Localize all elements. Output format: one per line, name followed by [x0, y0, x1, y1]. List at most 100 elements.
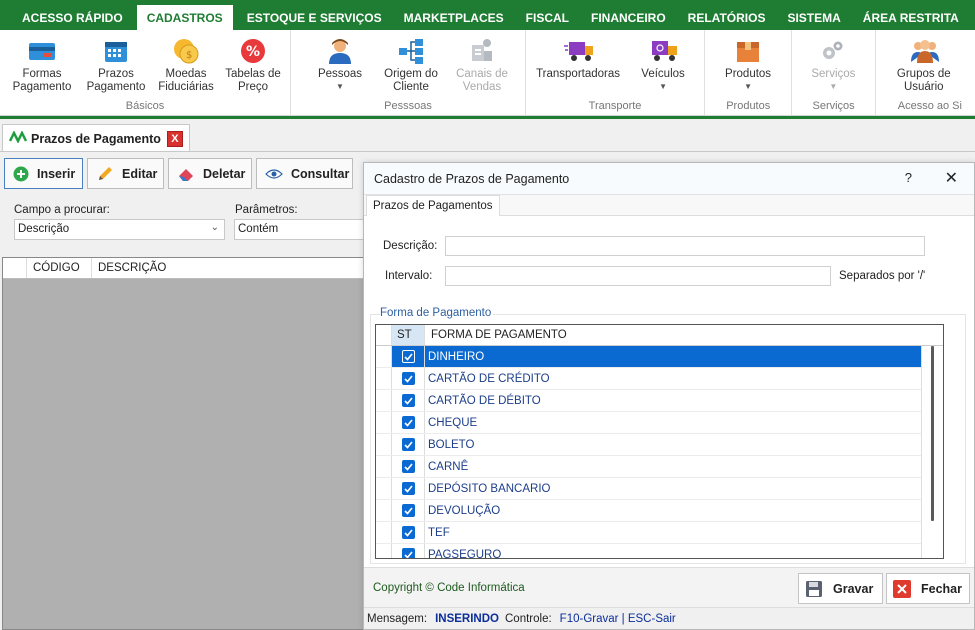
- canais-vendas-button[interactable]: Canais de Vendas: [449, 30, 515, 94]
- forma-pagamento-row[interactable]: CHEQUE: [376, 412, 943, 434]
- transportadoras-button[interactable]: Transportadoras: [532, 30, 624, 81]
- save-button[interactable]: Gravar: [798, 573, 883, 604]
- moedas-fiduciarias-button[interactable]: $ Moedas Fiduciárias: [152, 30, 220, 94]
- vertical-scrollbar[interactable]: [921, 346, 943, 558]
- calendar-icon: [101, 36, 131, 66]
- status-checkbox-cell[interactable]: [392, 456, 425, 477]
- menu-acesso-rapido[interactable]: ACESSO RÁPIDO: [12, 5, 133, 30]
- produtos-button[interactable]: Produtos ▼: [711, 30, 785, 91]
- edit-button[interactable]: Editar: [87, 158, 164, 189]
- forma-pagamento-row[interactable]: DEPÓSITO BANCARIO: [376, 478, 943, 500]
- formas-pagamento-button[interactable]: Formas Pagamento: [8, 30, 76, 94]
- forma-pagamento-grid[interactable]: ST FORMA DE PAGAMENTO DINHEIRO CARTÃO DE …: [375, 324, 944, 559]
- search-field-select[interactable]: Descrição ⌄: [14, 219, 225, 240]
- delete-button[interactable]: Deletar: [168, 158, 252, 189]
- forma-pagamento-row[interactable]: PAGSEGURO: [376, 544, 943, 558]
- help-button[interactable]: ?: [905, 170, 912, 185]
- status-checkbox-cell[interactable]: [392, 346, 425, 367]
- main-menu-bar: ACESSO RÁPIDO CADASTROS ESTOQUE E SERVIÇ…: [0, 0, 975, 30]
- hierarchy-icon: [396, 36, 426, 66]
- checkbox-checked-icon[interactable]: [401, 350, 415, 363]
- status-checkbox-cell[interactable]: [392, 478, 425, 499]
- status-checkbox-cell[interactable]: [392, 522, 425, 543]
- row-indicator: [376, 412, 392, 433]
- checkbox-checked-icon[interactable]: [401, 460, 415, 473]
- chevron-down-icon: ▼: [744, 82, 752, 91]
- cadastro-dialog: Cadastro de Prazos de Pagamento ? ✕ Praz…: [363, 162, 975, 630]
- forma-pagamento-cell: DEPÓSITO BANCARIO: [425, 478, 943, 499]
- forma-pagamento-row[interactable]: CARNÊ: [376, 456, 943, 478]
- column-st[interactable]: ST: [392, 325, 425, 345]
- checkbox-checked-icon[interactable]: [401, 372, 415, 385]
- forma-pagamento-row[interactable]: BOLETO: [376, 434, 943, 456]
- tab-prazos-pagamentos[interactable]: Prazos de Pagamentos: [366, 195, 500, 216]
- veiculos-button[interactable]: Veículos ▼: [628, 30, 698, 91]
- menu-marketplaces[interactable]: MARKETPLACES: [394, 5, 514, 30]
- menu-area-restrita[interactable]: ÁREA RESTRITA: [853, 5, 969, 30]
- checkbox-checked-icon[interactable]: [401, 394, 415, 407]
- row-indicator: [376, 346, 392, 367]
- forma-pagamento-cell: CARTÃO DE CRÉDITO: [425, 368, 943, 389]
- document-tab-prazos[interactable]: Prazos de Pagamento X: [2, 124, 190, 152]
- tabelas-preco-button[interactable]: % Tabelas de Preço: [222, 30, 284, 94]
- separados-hint: Separados por '/': [839, 270, 926, 282]
- insert-button[interactable]: Inserir: [4, 158, 83, 189]
- scrollbar-thumb[interactable]: [931, 346, 934, 521]
- dialog-title-bar: Cadastro de Prazos de Pagamento ? ✕: [364, 163, 974, 195]
- close-button[interactable]: Fechar: [886, 573, 970, 604]
- column-forma-pagamento[interactable]: FORMA DE PAGAMENTO: [425, 325, 943, 345]
- ribbon-group-servicos: Serviços ▼ Serviços: [792, 30, 876, 115]
- servicos-label: Serviços: [811, 68, 856, 80]
- query-button[interactable]: Consultar: [256, 158, 353, 189]
- prazos-pagamento-label: Prazos Pagamento: [86, 68, 146, 93]
- forma-pagamento-row[interactable]: DINHEIRO: [376, 346, 943, 368]
- forma-pagamento-row[interactable]: TEF: [376, 522, 943, 544]
- copyright-text: Copyright © Code Informática: [373, 582, 525, 594]
- search-param-select[interactable]: Contém: [234, 219, 364, 240]
- menu-relatorios[interactable]: RELATÓRIOS: [678, 5, 776, 30]
- status-checkbox-cell[interactable]: [392, 544, 425, 558]
- ribbon-group-basicos: Formas Pagamento Prazos Pagamento $ Moed…: [0, 30, 291, 115]
- menu-cadastros[interactable]: CADASTROS: [136, 5, 233, 30]
- checkbox-checked-icon[interactable]: [401, 416, 415, 429]
- close-dialog-button[interactable]: ✕: [945, 168, 958, 188]
- servicos-button[interactable]: Serviços ▼: [798, 30, 868, 91]
- pessoas-button[interactable]: Pessoas ▼: [305, 30, 375, 91]
- status-checkbox-cell[interactable]: [392, 412, 425, 433]
- checkbox-checked-icon[interactable]: [401, 438, 415, 451]
- forma-pagamento-row[interactable]: CARTÃO DE CRÉDITO: [376, 368, 943, 390]
- ribbon: Formas Pagamento Prazos Pagamento $ Moed…: [0, 30, 975, 116]
- menu-financeiro[interactable]: FINANCEIRO: [581, 5, 676, 30]
- checkbox-checked-icon[interactable]: [401, 504, 415, 517]
- status-checkbox-cell[interactable]: [392, 368, 425, 389]
- menu-estoque-servicos[interactable]: ESTOQUE E SERVIÇOS: [237, 5, 392, 30]
- produtos-label: Produtos: [725, 68, 772, 80]
- dialog-footer: Copyright © Code Informática Gravar Fech…: [364, 567, 974, 607]
- checkbox-checked-icon[interactable]: [401, 482, 415, 495]
- descricao-input[interactable]: [445, 236, 925, 256]
- menu-fiscal[interactable]: FISCAL: [516, 5, 579, 30]
- menu-sistema[interactable]: SISTEMA: [777, 5, 850, 30]
- moedas-fiduciarias-label: Moedas Fiduciárias: [158, 68, 214, 93]
- grid-column-descricao[interactable]: DESCRIÇÃO: [92, 258, 366, 278]
- status-checkbox-cell[interactable]: [392, 500, 425, 521]
- row-indicator: [376, 456, 392, 477]
- forma-pagamento-row[interactable]: CARTÃO DE DÉBITO: [376, 390, 943, 412]
- close-label: Fechar: [921, 581, 962, 596]
- intervalo-input[interactable]: [445, 266, 831, 286]
- grid-column-codigo[interactable]: CÓDIGO: [27, 258, 92, 278]
- checkbox-checked-icon[interactable]: [401, 526, 415, 539]
- prazos-pagamento-button[interactable]: Prazos Pagamento: [82, 30, 150, 94]
- status-checkbox-cell[interactable]: [392, 434, 425, 455]
- status-checkbox-cell[interactable]: [392, 390, 425, 411]
- forma-pagamento-row[interactable]: DEVOLUÇÃO: [376, 500, 943, 522]
- grupos-usuario-button[interactable]: Grupos de Usuário: [882, 30, 966, 94]
- floppy-disk-icon: [805, 579, 823, 599]
- checkbox-checked-icon[interactable]: [401, 548, 415, 558]
- group-label-produtos: Produtos: [726, 100, 771, 112]
- close-tab-button[interactable]: X: [166, 130, 183, 147]
- origem-cliente-button[interactable]: Origem do Cliente: [375, 30, 447, 94]
- svg-text:%: %: [246, 44, 260, 60]
- tab-underline: [0, 151, 975, 152]
- records-grid[interactable]: CÓDIGO DESCRIÇÃO: [2, 257, 367, 630]
